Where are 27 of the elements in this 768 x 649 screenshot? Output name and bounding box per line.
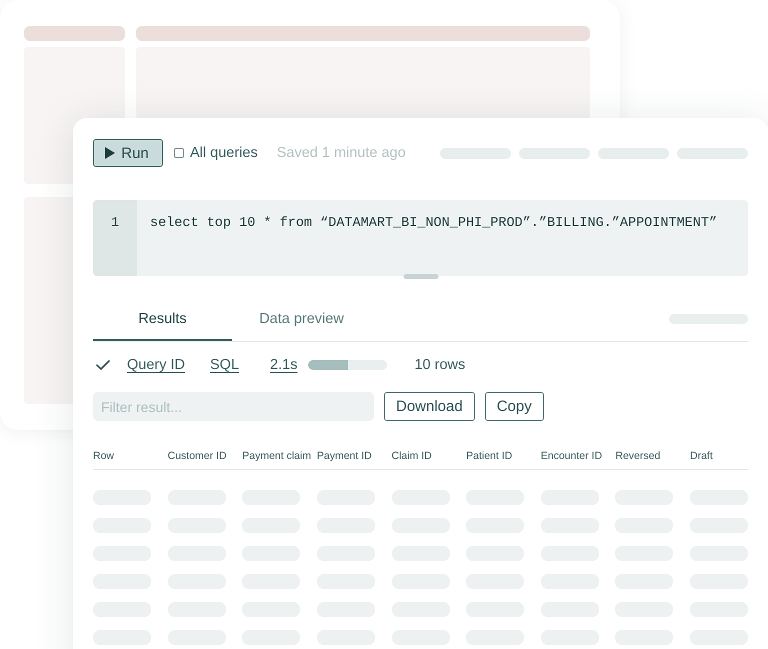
- code-editor[interactable]: 1 select top 10 * from “DATAMART_BI_NON_PHI_PROD”.”BILLING.”APPOINTMENT”: [93, 200, 748, 276]
- result-link[interactable]: Query ID: [127, 357, 186, 373]
- column-header: Draft: [690, 449, 713, 464]
- save-status: Saved 1 minute ago: [276, 145, 406, 161]
- code-line: select top 10 * from “DATAMART_BI_NON_PHI_PROD”.”BILLING.”APPOINTMENT”: [150, 215, 718, 233]
- column-header: Reversed: [615, 449, 660, 464]
- column-header: Encounter ID: [540, 449, 602, 464]
- column-header: Claim ID: [392, 449, 432, 464]
- filter-field[interactable]: Filter result...: [93, 392, 374, 421]
- line-number: 1: [110, 215, 120, 233]
- run-button[interactable]: Run: [93, 139, 163, 167]
- action-button[interactable]: Copy: [484, 392, 544, 421]
- resize-handle[interactable]: [403, 274, 438, 279]
- checkbox[interactable]: [174, 148, 184, 158]
- result-link[interactable]: SQL: [210, 357, 240, 373]
- column-header: Row: [93, 449, 114, 464]
- tab[interactable]: Data preview: [232, 296, 371, 341]
- tab[interactable]: Results: [93, 296, 232, 341]
- column-header: Patient ID: [466, 449, 512, 464]
- row-count: 10 rows: [414, 357, 466, 373]
- checkbox-label: All queries: [190, 145, 258, 161]
- result-link[interactable]: 2.1s: [270, 357, 298, 373]
- action-button[interactable]: Download: [384, 392, 475, 421]
- column-header: Payment ID: [316, 449, 372, 464]
- play-icon: [105, 147, 116, 159]
- column-header: Payment claim: [242, 449, 312, 464]
- column-header: Customer ID: [168, 449, 227, 464]
